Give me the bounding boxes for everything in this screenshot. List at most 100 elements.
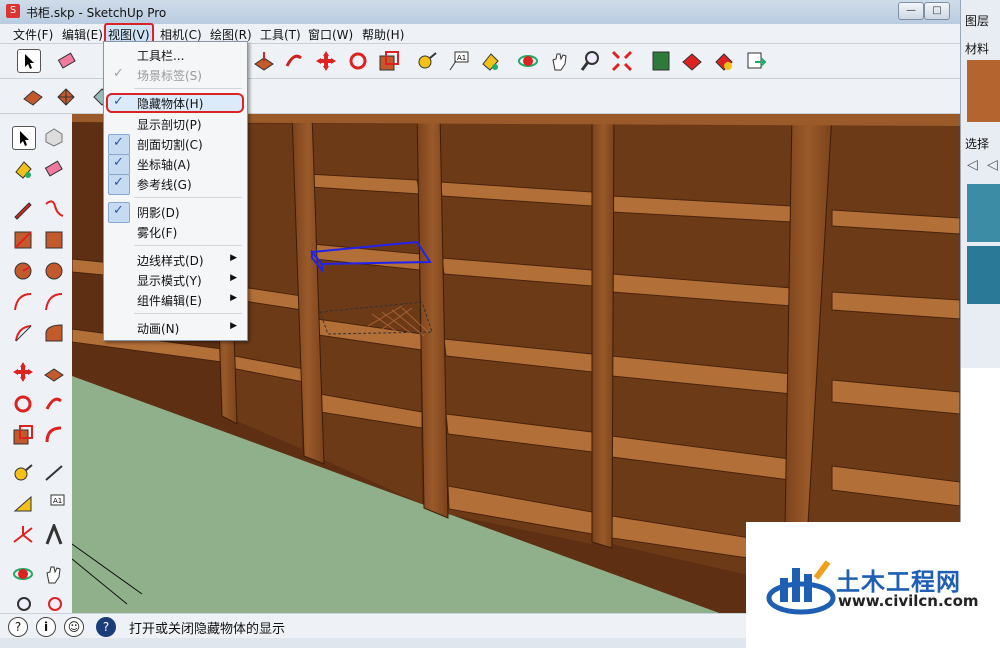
material-swatch-water-2[interactable] <box>967 246 1000 304</box>
orbit-left-icon[interactable] <box>12 563 34 585</box>
tape-measure-left-icon[interactable] <box>12 462 34 484</box>
rotate-icon[interactable] <box>347 50 369 72</box>
view-scene-tabs-item[interactable]: ✓ 场景标签(S) <box>104 65 245 85</box>
help-icon[interactable]: ? <box>96 617 116 637</box>
view-edge-style-label: 边线样式(D) <box>137 254 204 268</box>
view-animation-item[interactable]: 动画(N) ▶ <box>104 318 245 338</box>
orbit-icon[interactable] <box>517 50 539 72</box>
checkmark-icon: ✓ <box>113 94 124 109</box>
section-plane-icon[interactable] <box>22 85 44 107</box>
text-tool-icon[interactable]: A1 <box>447 50 469 72</box>
window-title: 书柜.skp - SketchUp Pro <box>26 6 167 20</box>
scale-icon[interactable] <box>378 50 400 72</box>
back-arrow-icon[interactable]: ◁ <box>967 157 978 173</box>
view-face-style-item[interactable]: 显示模式(Y) ▶ <box>104 270 245 290</box>
share-model-icon[interactable] <box>713 50 735 72</box>
eraser-icon[interactable] <box>56 50 78 72</box>
view-section-cuts-item[interactable]: ✓ 剖面切割(C) <box>104 134 245 155</box>
view-section-cuts-label: 剖面切割(C) <box>137 138 203 152</box>
view-axes-item[interactable]: ✓ 坐标轴(A) <box>104 154 245 175</box>
watermark-logo-icon <box>766 560 836 615</box>
submenu-arrow-icon: ▶ <box>230 273 237 283</box>
zoom-extents-icon[interactable] <box>611 50 633 72</box>
protractor-icon[interactable] <box>12 493 34 515</box>
make-component-icon[interactable] <box>43 126 65 148</box>
offset-icon[interactable] <box>43 424 65 446</box>
select-tab-label[interactable]: 选择 <box>965 135 989 152</box>
user-icon[interactable]: ☺ <box>64 617 84 637</box>
view-component-edit-label: 组件编辑(E) <box>137 294 202 308</box>
menu-file[interactable]: 文件(F) <box>11 25 55 44</box>
pencil-icon[interactable] <box>12 198 34 220</box>
paint-bucket-icon[interactable] <box>479 50 501 72</box>
forward-arrow-icon[interactable]: ◁ <box>987 157 998 173</box>
tape-measure-icon[interactable] <box>416 50 438 72</box>
three-point-arc-icon[interactable] <box>43 322 65 344</box>
select-tool-left-icon[interactable] <box>12 126 36 150</box>
menu-tools[interactable]: 工具(T) <box>258 25 303 44</box>
view-scene-tabs-label: 场景标签(S) <box>137 69 202 83</box>
menu-help[interactable]: 帮助(H) <box>360 25 406 44</box>
menu-edit[interactable]: 编辑(E) <box>60 25 105 44</box>
menu-separator <box>134 88 242 89</box>
move-icon[interactable] <box>315 50 337 72</box>
google-earth-icon[interactable] <box>650 50 672 72</box>
arc-icon[interactable] <box>12 291 34 313</box>
checkmark-icon: ✓ <box>113 135 124 150</box>
push-pull-icon[interactable] <box>253 50 275 72</box>
watermark: 土木工程网 www.civilcn.com <box>746 522 1000 648</box>
get-models-icon[interactable] <box>745 50 767 72</box>
section-display-icon[interactable] <box>54 85 76 107</box>
pan-hand-icon[interactable] <box>549 50 571 72</box>
layers-panel-label[interactable]: 图层 <box>965 12 989 29</box>
follow-me-left-icon[interactable] <box>43 393 65 415</box>
view-axes-label: 坐标轴(A) <box>137 158 191 172</box>
select-tool-icon[interactable] <box>17 49 41 73</box>
view-shadows-item[interactable]: ✓ 阴影(D) <box>104 202 245 223</box>
svg-text:A1: A1 <box>53 497 62 505</box>
view-toolbars-item[interactable]: 工具栏... <box>104 45 245 65</box>
view-guides-item[interactable]: ✓ 参考线(G) <box>104 174 245 195</box>
info-icon[interactable]: i <box>36 617 56 637</box>
menu-window[interactable]: 窗口(W) <box>306 25 355 44</box>
view-hidden-geometry-label: 隐藏物体(H) <box>137 97 204 111</box>
text-left-icon[interactable]: A1 <box>43 493 65 515</box>
svg-text:A1: A1 <box>457 54 466 62</box>
view-toolbars-label: 工具栏... <box>137 49 185 63</box>
view-hidden-geometry-item[interactable]: ✓ 隐藏物体(H) <box>104 93 245 113</box>
rotated-rectangle-icon[interactable] <box>43 229 65 251</box>
dimension-icon[interactable] <box>43 462 65 484</box>
push-pull-left-icon[interactable] <box>43 361 65 383</box>
scale-left-icon[interactable] <box>12 424 34 446</box>
3d-text-icon[interactable] <box>43 521 65 546</box>
polygon-icon[interactable] <box>43 260 65 282</box>
pan-left-icon[interactable] <box>43 563 65 585</box>
view-edge-style-item[interactable]: 边线样式(D) ▶ <box>104 250 245 270</box>
geo-location-icon[interactable]: ? <box>8 617 28 637</box>
follow-me-icon[interactable] <box>283 50 305 72</box>
circle-icon[interactable] <box>12 260 34 282</box>
eraser-left-icon[interactable] <box>43 158 65 180</box>
material-swatch-water-1[interactable] <box>967 184 1000 242</box>
view-section-planes-item[interactable]: 显示剖切(P) <box>104 114 245 134</box>
photo-textures-icon[interactable] <box>681 50 703 72</box>
view-component-edit-item[interactable]: 组件编辑(E) ▶ <box>104 290 245 310</box>
pie-icon[interactable] <box>12 322 34 344</box>
material-preview-swatch <box>967 60 1000 122</box>
materials-panel-label[interactable]: 材料 <box>965 40 989 57</box>
menu-separator <box>134 245 242 246</box>
freehand-icon[interactable] <box>43 198 65 220</box>
view-fog-item[interactable]: 雾化(F) <box>104 222 245 242</box>
checkmark-icon: ✓ <box>113 155 124 170</box>
paint-bucket-left-icon[interactable] <box>12 158 34 180</box>
view-menu-dropdown: 工具栏... ✓ 场景标签(S) ✓ 隐藏物体(H) 显示剖切(P) ✓ 剖面切… <box>103 41 248 341</box>
rectangle-icon[interactable] <box>12 229 34 251</box>
maximize-button[interactable]: □ <box>924 2 950 20</box>
two-point-arc-icon[interactable] <box>43 291 65 313</box>
rotate-left-icon[interactable] <box>12 393 34 415</box>
zoom-icon[interactable] <box>580 50 602 72</box>
minimize-button[interactable]: — <box>898 2 924 20</box>
move-left-icon[interactable] <box>12 361 34 383</box>
status-text: 打开或关闭隐藏物体的显示 <box>129 622 286 637</box>
axes-icon[interactable] <box>12 524 34 546</box>
